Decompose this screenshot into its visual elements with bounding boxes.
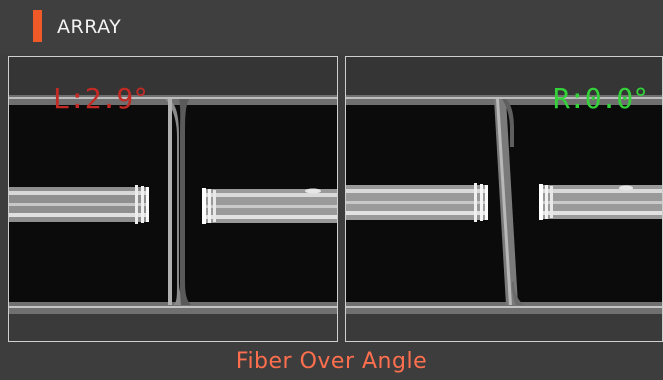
splicer-screen: ARRAY L:2.9° R:0.0° Fiber Over Angle: [0, 0, 663, 380]
left-angle-label: L:2.9°: [53, 82, 149, 115]
right-angle-label: R:0.0°: [553, 82, 649, 115]
mode-title: ARRAY: [57, 16, 122, 38]
status-message: Fiber Over Angle: [235, 349, 428, 374]
right-camera-view: R:0.0°: [345, 56, 663, 342]
header-bar: ARRAY: [0, 0, 663, 54]
header-accent-marker: [33, 10, 42, 42]
left-camera-view: L:2.9°: [8, 56, 338, 342]
